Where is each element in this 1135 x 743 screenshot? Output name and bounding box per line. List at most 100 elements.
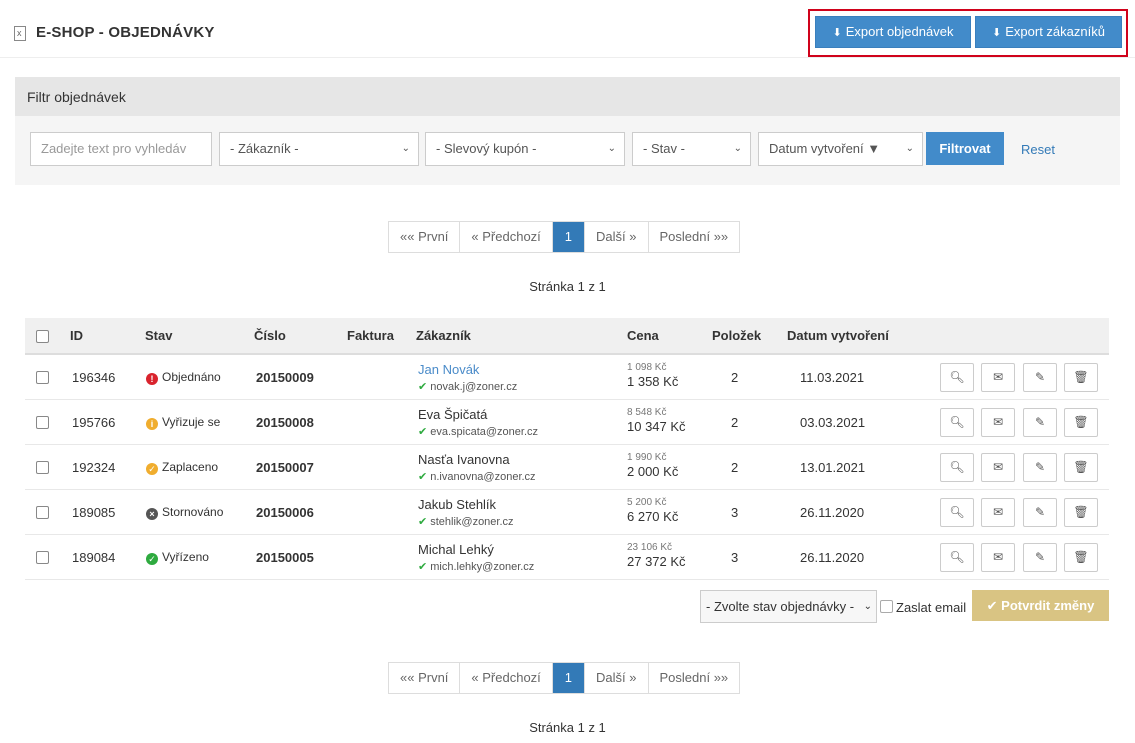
- coupon-select[interactable]: - Slevový kupón - ⌄: [425, 132, 625, 166]
- edit-button[interactable]: ✎: [1023, 363, 1057, 392]
- price-with-vat: 6 270 Kč: [627, 509, 679, 524]
- view-button[interactable]: 🔍︎: [940, 453, 974, 482]
- delete-button[interactable]: 🗑︎: [1064, 543, 1098, 572]
- pagination-bottom: «« První « Předchozí 1 Další » Poslední …: [388, 662, 741, 694]
- sort-select[interactable]: Datum vytvoření ▼ ⌄: [758, 132, 923, 166]
- customer-email-text: stehlik@zoner.cz: [430, 516, 514, 528]
- price-cell: 23 106 Kč 27 372 Kč: [627, 542, 686, 569]
- status-text: Objednáno: [162, 370, 221, 384]
- row-checkbox[interactable]: [36, 506, 49, 519]
- select-all-checkbox[interactable]: [36, 330, 49, 343]
- page-current[interactable]: 1: [552, 222, 586, 252]
- order-id: 196346: [72, 370, 116, 385]
- table-row: 195766 i Vyřizuje se 20150008 Eva Špičatá…: [25, 400, 1109, 445]
- envelope-icon: ✉: [992, 415, 1004, 429]
- customer-email-text: eva.spicata@zoner.cz: [430, 426, 538, 438]
- view-button[interactable]: 🔍︎: [940, 498, 974, 527]
- customer-email: ✔ n.ivanovna@zoner.cz: [418, 470, 536, 483]
- email-button[interactable]: ✉: [981, 408, 1015, 437]
- view-button[interactable]: 🔍︎: [940, 363, 974, 392]
- edit-button[interactable]: ✎: [1023, 408, 1057, 437]
- order-id: 192324: [72, 460, 116, 475]
- trash-icon: 🗑︎: [1073, 505, 1089, 519]
- delete-button[interactable]: 🗑︎: [1064, 453, 1098, 482]
- delete-button[interactable]: 🗑︎: [1064, 498, 1098, 527]
- price-with-vat: 1 358 Kč: [627, 374, 679, 389]
- customer-name: Jakub Stehlík: [418, 497, 497, 512]
- view-button[interactable]: 🔍︎: [940, 408, 974, 437]
- reset-link[interactable]: Reset: [1021, 142, 1055, 157]
- page-current[interactable]: 1: [552, 663, 586, 693]
- export-customers-button[interactable]: ⬇ Export zákazníků: [975, 16, 1122, 48]
- edit-button[interactable]: ✎: [1023, 498, 1057, 527]
- delete-button[interactable]: 🗑︎: [1064, 363, 1098, 392]
- send-email-checkbox[interactable]: [880, 600, 893, 613]
- bulk-status-select[interactable]: - Zvolte stav objednávky - ⌄: [700, 590, 877, 623]
- filter-button[interactable]: Filtrovat: [926, 132, 1004, 165]
- search-input[interactable]: Zadejte text pro vyhledáv: [30, 132, 212, 166]
- edit-button[interactable]: ✎: [1023, 453, 1057, 482]
- customer-name: Nasťa Ivanovna: [418, 452, 510, 467]
- email-button[interactable]: ✉: [981, 453, 1015, 482]
- row-checkbox[interactable]: [36, 416, 49, 429]
- check-icon: ✔: [418, 381, 428, 393]
- page-first[interactable]: «« První: [389, 663, 461, 693]
- order-number: 20150009: [256, 370, 314, 385]
- check-icon: ✔: [418, 516, 428, 528]
- customer-name[interactable]: Jan Novák: [418, 362, 517, 377]
- search-icon: 🔍︎: [949, 460, 965, 474]
- table-row: 196346 ! Objednáno 20150009 Jan Novák ✔ no…: [25, 355, 1109, 400]
- items-count: 2: [731, 415, 739, 430]
- chevron-down-icon: ⌄: [733, 143, 742, 154]
- page-first[interactable]: «« První: [389, 222, 461, 252]
- row-checkbox[interactable]: [36, 461, 49, 474]
- header-items: Položek: [712, 328, 762, 343]
- sort-select-value: Datum vytvoření ▼: [769, 141, 881, 156]
- row-checkbox[interactable]: [36, 551, 49, 564]
- page-next[interactable]: Další »: [585, 222, 649, 252]
- customer-email: ✔ eva.spicata@zoner.cz: [418, 425, 538, 438]
- items-count: 2: [731, 370, 739, 385]
- customer-name: Michal Lehký: [418, 542, 494, 557]
- price-cell: 1 098 Kč 1 358 Kč: [627, 362, 678, 389]
- export-orders-label: Export objednávek: [845, 24, 954, 39]
- email-button[interactable]: ✉: [981, 363, 1015, 392]
- price-without-vat: 1 098 Kč: [627, 362, 667, 373]
- customer-email: ✔ mich.lehky@zoner.cz: [418, 560, 534, 573]
- customer-select-value: - Zákazník -: [230, 141, 299, 156]
- price-cell: 5 200 Kč 6 270 Kč: [627, 497, 678, 524]
- customer-cell: Michal Lehký ✔ mich.lehky@zoner.cz: [418, 542, 534, 573]
- order-status: ! Objednáno: [146, 369, 221, 385]
- export-orders-button[interactable]: ⬇ Export objednávek: [815, 16, 971, 48]
- email-button[interactable]: ✉: [981, 543, 1015, 572]
- page-last[interactable]: Poslední »»: [648, 222, 740, 252]
- delete-button[interactable]: 🗑︎: [1064, 408, 1098, 437]
- page-prev[interactable]: « Předchozí: [460, 222, 553, 252]
- page-prev[interactable]: « Předchozí: [460, 663, 553, 693]
- created-date: 03.03.2021: [800, 415, 866, 430]
- chevron-down-icon: ⌄: [863, 601, 872, 612]
- export-customers-label: Export zákazníků: [1005, 24, 1105, 39]
- status-icon: !: [146, 373, 158, 385]
- confirm-changes-button[interactable]: ✔ Potvrdit změny: [972, 590, 1109, 621]
- table-row: 192324 ✓ Zaplaceno 20150007 Nasťa Ivanovn…: [25, 445, 1109, 490]
- items-count: 2: [731, 460, 739, 475]
- status-text: Vyřizuje se: [162, 415, 221, 429]
- view-button[interactable]: 🔍︎: [940, 543, 974, 572]
- header-invoice: Faktura: [347, 328, 394, 343]
- page-last[interactable]: Poslední »»: [648, 663, 740, 693]
- page-next[interactable]: Další »: [585, 663, 649, 693]
- price-without-vat: 5 200 Kč: [627, 497, 667, 508]
- order-status: ✓ Zaplaceno: [146, 459, 218, 475]
- email-button[interactable]: ✉: [981, 498, 1015, 527]
- edit-button[interactable]: ✎: [1023, 543, 1057, 572]
- price-without-vat: 1 990 Kč: [627, 452, 667, 463]
- status-select[interactable]: - Stav - ⌄: [632, 132, 751, 166]
- header-customer: Zákazník: [416, 328, 471, 343]
- search-icon: 🔍︎: [949, 415, 965, 429]
- row-checkbox[interactable]: [36, 371, 49, 384]
- customer-select[interactable]: - Zákazník - ⌄: [219, 132, 419, 166]
- price-with-vat: 27 372 Kč: [627, 554, 686, 569]
- chevron-down-icon: ⌄: [905, 143, 914, 154]
- order-number: 20150007: [256, 460, 314, 475]
